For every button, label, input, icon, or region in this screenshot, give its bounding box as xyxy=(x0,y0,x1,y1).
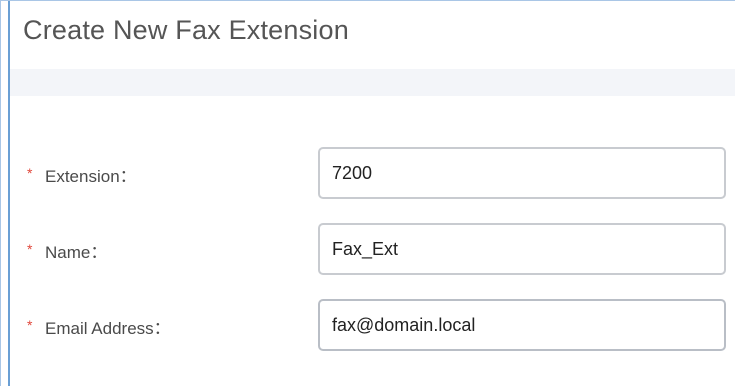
required-marker: * xyxy=(27,317,33,333)
email-address-input[interactable] xyxy=(318,299,726,351)
required-marker: * xyxy=(27,241,33,257)
name-row: * Name： xyxy=(1,223,735,275)
extension-row: * Extension： xyxy=(1,147,735,199)
extension-label: Extension： xyxy=(45,167,137,186)
name-label: Name： xyxy=(45,243,108,262)
dialog-titlebar: Create New Fax Extension xyxy=(10,1,735,69)
dialog-title: Create New Fax Extension xyxy=(23,15,349,45)
email-row: * Email Address： xyxy=(1,299,735,351)
required-marker: * xyxy=(27,165,33,181)
create-fax-extension-dialog: Create New Fax Extension * Extension： * … xyxy=(0,0,735,386)
name-input[interactable] xyxy=(318,223,726,275)
extension-input[interactable] xyxy=(318,147,726,199)
dialog-subheader-bar xyxy=(10,69,735,96)
email-address-label: Email Address： xyxy=(45,319,171,338)
